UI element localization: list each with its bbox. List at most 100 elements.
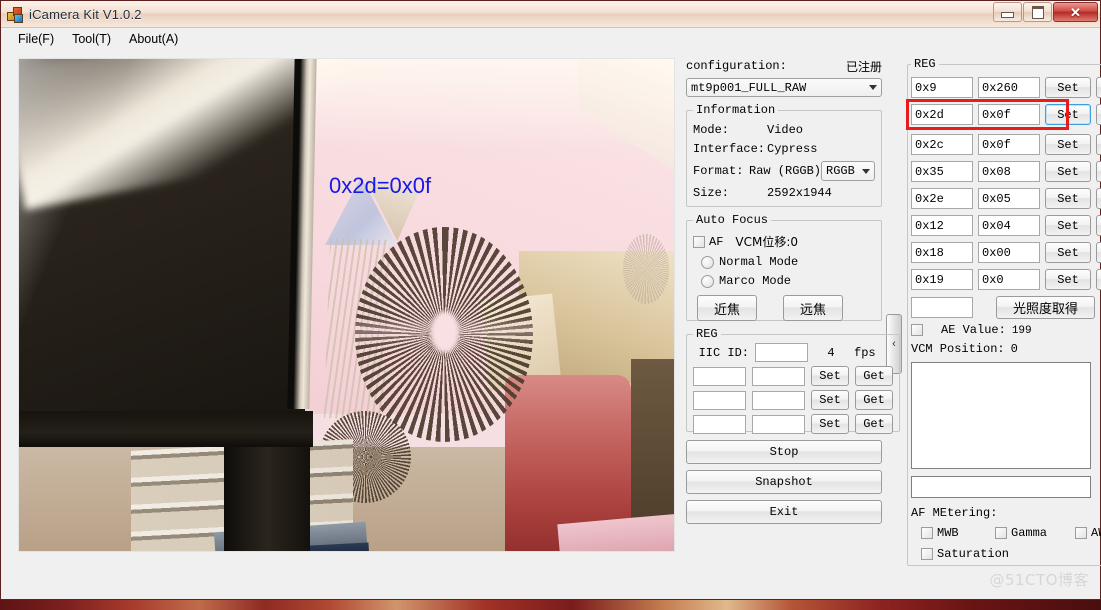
reg-set-button[interactable]: Set	[1045, 188, 1091, 209]
reg-get-button[interactable]: Get	[1096, 188, 1101, 209]
reg-get-button[interactable]: Get	[1096, 269, 1101, 290]
preview-siemens-star-faint	[623, 234, 669, 304]
mid-reg-get-button[interactable]: Get	[855, 414, 893, 434]
reg-address-input[interactable]: 0x12	[911, 215, 973, 236]
reg-address-input[interactable]: 0x18	[911, 242, 973, 263]
exit-button[interactable]: Exit	[686, 500, 882, 524]
reg-get-button[interactable]: Get	[1096, 161, 1101, 182]
reg-value-input[interactable]: 0x08	[978, 161, 1040, 182]
reg-set-button[interactable]: Set	[1045, 269, 1091, 290]
maximize-button[interactable]	[1023, 2, 1052, 22]
reg-get-button[interactable]: Get	[1096, 77, 1101, 98]
reg-value-input[interactable]: 0x04	[978, 215, 1040, 236]
reg-address-input[interactable]: 0x35	[911, 161, 973, 182]
information-group: Information Mode: Video Interface: Cypre…	[686, 103, 882, 207]
close-button[interactable]: ✕	[1053, 2, 1098, 22]
preview-overlay-text: 0x2d=0x0f	[329, 173, 432, 198]
camera-preview[interactable]: 0x2d=0x0f	[19, 59, 674, 551]
size-value: 2592x1944	[767, 186, 832, 200]
format-select[interactable]: RGGB	[821, 161, 875, 181]
snapshot-button[interactable]: Snapshot	[686, 470, 882, 494]
mid-reg-get-button[interactable]: Get	[855, 390, 893, 410]
menu-item-file[interactable]: File(F)	[9, 30, 63, 48]
table-row: 0x2c 0x0f Set Get	[911, 134, 1101, 155]
auto-focus-legend: Auto Focus	[696, 213, 769, 227]
af-metering-title: AF MEtering:	[911, 506, 998, 520]
minimize-button[interactable]	[993, 2, 1022, 22]
title-bar: iCamera Kit V1.0.2 ✕	[1, 1, 1100, 28]
gamma-checkbox[interactable]	[995, 527, 1007, 539]
mid-reg-value-input[interactable]	[752, 390, 805, 410]
far-focus-button[interactable]: 远焦	[783, 295, 843, 321]
mid-reg-addr-input[interactable]	[693, 390, 746, 410]
table-row: 0x19 0x0 Set Get	[911, 269, 1101, 290]
information-legend: Information	[696, 103, 776, 117]
reg-set-button[interactable]: Set	[1045, 242, 1091, 263]
table-row: 0x18 0x00 Set Get	[911, 242, 1101, 263]
mwb-label: MWB	[937, 526, 959, 540]
reg-value-input[interactable]: 0x00	[978, 242, 1040, 263]
iic-id-input[interactable]	[755, 343, 808, 362]
reg-address-input[interactable]: 0x2c	[911, 134, 973, 155]
reg-value-input[interactable]: 0x0f	[978, 134, 1040, 155]
maximize-icon	[1031, 5, 1044, 19]
mid-reg-addr-input[interactable]	[693, 366, 746, 386]
reg-set-button[interactable]: Set	[1045, 215, 1091, 236]
reg-address-input[interactable]: 0x2e	[911, 188, 973, 209]
stop-button[interactable]: Stop	[686, 440, 882, 464]
reg-address-input[interactable]: 0x19	[911, 269, 973, 290]
mid-reg-value-input[interactable]	[752, 414, 805, 434]
normal-mode-radio[interactable]	[701, 255, 714, 269]
mid-reg-set-button[interactable]: Set	[811, 390, 849, 410]
reg-get-button[interactable]: Get	[1096, 104, 1101, 125]
minimize-icon	[1001, 12, 1014, 18]
configuration-select[interactable]: mt9p001_FULL_RAW	[686, 78, 882, 97]
configuration-select-value: mt9p001_FULL_RAW	[691, 80, 807, 95]
vcm-position-value: 0	[1010, 342, 1018, 356]
interface-label: Interface:	[693, 142, 766, 156]
chevron-down-icon	[869, 85, 877, 90]
format-label: Format:	[693, 164, 744, 178]
mid-reg-get-button[interactable]: Get	[855, 366, 893, 386]
menu-item-about[interactable]: About(A)	[120, 30, 187, 48]
mid-reg-set-button[interactable]: Set	[811, 414, 849, 434]
window-title: iCamera Kit V1.0.2	[29, 6, 142, 22]
watermark: @51CTO博客	[989, 571, 1089, 589]
mid-reg-legend: REG	[696, 327, 718, 341]
gamma-label: Gamma	[1011, 526, 1048, 540]
marco-mode-radio[interactable]	[701, 274, 714, 288]
reg-get-button[interactable]: Get	[1096, 134, 1101, 155]
mid-reg-value-input[interactable]	[752, 366, 805, 386]
menu-item-tool[interactable]: Tool(T)	[63, 30, 120, 48]
af-checkbox[interactable]	[693, 235, 705, 248]
mid-reg-addr-input[interactable]	[693, 414, 746, 434]
vcm-offset-label: VCM位移:0	[735, 235, 799, 249]
ae-checkbox[interactable]	[911, 324, 923, 336]
near-focus-button[interactable]: 近焦	[697, 295, 757, 321]
format-value: Raw (RGGB)	[749, 164, 822, 178]
client-area: 0x2d=0x0f ‹ configuration: 已注册 mt9p001_F…	[2, 49, 1101, 598]
fps-label: fps	[854, 345, 876, 360]
reg-get-button[interactable]: Get	[1096, 215, 1101, 236]
lux-get-button[interactable]: 光照度取得	[996, 296, 1095, 319]
reg-value-input[interactable]: 0x0	[978, 269, 1040, 290]
reg-value-input[interactable]: 0x260	[978, 77, 1040, 98]
awb-checkbox[interactable]	[1075, 527, 1087, 539]
table-row: 0x9 0x260 Set Get	[911, 77, 1101, 98]
log-listbox[interactable]	[911, 362, 1091, 469]
mwb-checkbox[interactable]	[921, 527, 933, 539]
mid-reg-set-button[interactable]: Set	[811, 366, 849, 386]
format-select-value: RGGB	[826, 164, 855, 178]
reg-set-button[interactable]: Set	[1045, 134, 1091, 155]
saturation-checkbox[interactable]	[921, 548, 933, 560]
reg-get-button[interactable]: Get	[1096, 242, 1101, 263]
reg-set-button[interactable]: Set	[1045, 77, 1091, 98]
lux-input[interactable]	[911, 297, 973, 318]
reg-value-input[interactable]: 0x05	[978, 188, 1040, 209]
registration-status: 已注册	[845, 59, 882, 74]
reg-set-button[interactable]: Set	[1045, 161, 1091, 182]
window-controls: ✕	[993, 2, 1098, 22]
command-input[interactable]	[911, 476, 1091, 498]
reg-address-input[interactable]: 0x9	[911, 77, 973, 98]
size-label: Size:	[693, 186, 730, 200]
